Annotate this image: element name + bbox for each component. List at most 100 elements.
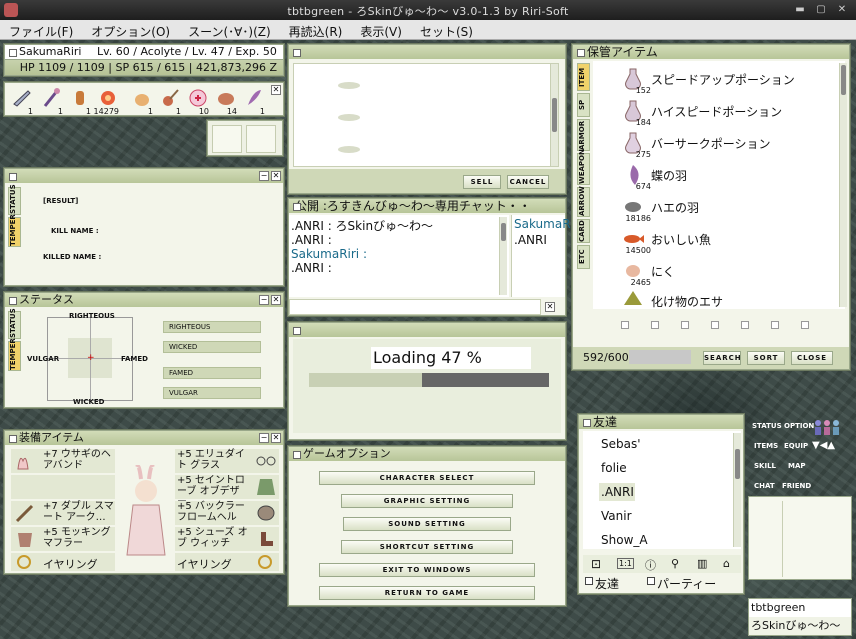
mini-chat[interactable]: CHAT (754, 482, 775, 490)
hotbar-slot-feather-icon[interactable]: 1 (243, 87, 265, 116)
trash-icon[interactable]: ▥ (697, 557, 707, 570)
tab-temper[interactable]: TEMPER (8, 214, 21, 247)
close-icon[interactable]: ✕ (271, 295, 281, 305)
tab-etc[interactable]: ETC (577, 245, 590, 269)
friend-item[interactable]: Vanir (601, 509, 632, 523)
tab-friends[interactable]: 友達 (595, 575, 619, 592)
minimize-icon[interactable]: − (259, 295, 269, 305)
mini-status[interactable]: STATUS (752, 422, 782, 430)
search-icon[interactable]: ⚲ (671, 557, 679, 570)
friend-item[interactable]: Show_A (601, 533, 648, 547)
equip-slot-shield[interactable]: +5 バックラー フロームヘル (175, 501, 279, 525)
arrow-icons[interactable]: ▼◀▲ (812, 440, 835, 451)
tab-item[interactable]: ITEM (577, 63, 590, 91)
game-option-window[interactable]: ゲームオプション CHARACTER SELECT GRAPHIC SETTIN… (288, 446, 566, 606)
sell-button[interactable]: SELL (463, 175, 501, 189)
equip-slot-weapon[interactable]: +7 ダブル スマート アーク… (11, 501, 115, 525)
close-icon[interactable]: ✕ (271, 433, 281, 443)
minimize-icon[interactable]: ▬ (794, 4, 806, 16)
storage-item-name[interactable]: スピードアップポーション (651, 71, 795, 88)
equip-slot-accessory-left[interactable]: イヤリング (11, 553, 115, 571)
mini-items[interactable]: ITEMS (754, 442, 778, 450)
menu-option[interactable]: オプション(O) (82, 20, 179, 40)
whisper-icon[interactable]: 1:1 (617, 558, 634, 569)
equip-slot-shoes[interactable]: +5 シューズ オブ ウィッチ (175, 527, 279, 551)
friend-item-selected[interactable]: .ANRI (601, 485, 634, 499)
minimize-icon[interactable]: − (259, 433, 269, 443)
menu-reload[interactable]: 再読込(R) (280, 20, 352, 40)
tab-party[interactable]: パーティー (657, 575, 716, 592)
close-icon[interactable]: ✕ (271, 171, 281, 181)
hotbar-slot-heal-icon[interactable]: 10 (187, 87, 209, 116)
shortcut-setting-button[interactable]: SHORTCUT SETTING (341, 540, 513, 554)
exit-to-windows-button[interactable]: EXIT TO WINDOWS (319, 563, 535, 577)
scrollbar[interactable] (839, 63, 847, 307)
hotbar-slot-potion-icon[interactable]: 1 (69, 87, 91, 116)
mini-equip[interactable]: EQUIP (784, 442, 808, 450)
cancel-button[interactable]: CANCEL (507, 175, 549, 189)
chat-member[interactable]: .ANRI (514, 233, 547, 247)
scrollbar[interactable] (550, 64, 558, 166)
temper-window[interactable]: ステータス − ✕ STATUS TEMPER + RIGHTEOUS WICK… (4, 292, 284, 408)
tab-card[interactable]: CARD (577, 219, 590, 243)
equip-slot-head-top[interactable]: +7 ウサギのヘアバンド (11, 449, 115, 473)
hotbar-slot-guitar-icon[interactable]: 1 (159, 87, 181, 116)
equipment-window[interactable]: 装備アイテム − ✕ +7 ウサギのヘアバンド +7 ダブル スマート アーク…… (4, 430, 284, 574)
hotbar-window[interactable]: ✕ 1 1 1 14279 1 1 10 14 1 (4, 82, 284, 116)
storage-window[interactable]: 保管アイテム ITEM SP ARMOR WEAPON ARROW CARD E… (572, 44, 850, 370)
tab-temper[interactable]: TEMPER (8, 338, 21, 371)
record-window[interactable]: − ✕ STATUS TEMPER [RESULT] KILL NAME : K… (4, 168, 284, 286)
storage-item-name[interactable]: ハイスピードポーション (651, 103, 782, 120)
scrollbar[interactable] (733, 433, 741, 547)
equip-slot-accessory-right[interactable]: イヤリング (175, 553, 279, 571)
chat-input[interactable] (289, 299, 541, 315)
search-button[interactable]: SEARCH (703, 351, 741, 365)
friend-item[interactable]: Sebas' (601, 437, 641, 451)
lock-icon[interactable]: ⌂ (723, 557, 730, 570)
shop-window[interactable]: SELL CANCEL (288, 44, 566, 194)
storage-item-name[interactable]: おいしい魚 (651, 231, 711, 248)
maximize-icon[interactable]: ▢ (815, 4, 827, 16)
hotbar-slot-rod-icon[interactable]: 1 (41, 87, 63, 116)
equip-slot-armor[interactable]: +5 セイントローブ オブデザー… (175, 475, 279, 508)
info-icon[interactable]: ⓘ (645, 557, 656, 573)
tab-weapon[interactable]: WEAPON (577, 149, 590, 185)
minimize-icon[interactable]: − (259, 171, 269, 181)
graphic-setting-button[interactable]: GRAPHIC SETTING (341, 494, 513, 508)
storage-item-name[interactable]: 蝶の羽 (651, 167, 687, 184)
menu-view[interactable]: 表示(V) (351, 20, 411, 40)
basic-info-window[interactable]: SakumaRiri Lv. 60 / Acolyte / Lv. 47 / E… (4, 44, 284, 76)
tab-sp[interactable]: SP (577, 93, 590, 117)
hotbar-slot-dagger-icon[interactable]: 1 (11, 87, 33, 116)
add-friend-icon[interactable]: ⊡ (591, 557, 601, 571)
close-icon[interactable]: ✕ (545, 302, 555, 312)
close-icon[interactable]: ✕ (271, 85, 281, 95)
equip-slot-empty[interactable] (11, 475, 115, 499)
mini-map[interactable]: MAP (788, 462, 806, 470)
equip-slot-head-mid[interactable]: +5 エリュダイト グラス (175, 449, 279, 473)
friends-window[interactable]: 友達 Sebas' folie .ANRI Vanir Show_A ⊡ 1:1… (578, 414, 744, 594)
mini-friend[interactable]: FRIEND (782, 482, 811, 490)
storage-item-name[interactable]: 化け物のエサ (651, 293, 723, 310)
character-select-button[interactable]: CHARACTER SELECT (319, 471, 535, 485)
menu-file[interactable]: ファイル(F) (0, 20, 82, 40)
storage-item-list[interactable]: 152 スピードアップポーション 184 ハイスピードポーション 275 バーサ… (593, 61, 847, 310)
mini-skill[interactable]: SKILL (754, 462, 776, 470)
tab-status[interactable]: STATUS (8, 184, 21, 215)
hotbar-slot-shell-icon[interactable]: 14 (215, 87, 237, 116)
close-button[interactable]: CLOSE (791, 351, 833, 365)
friend-list[interactable]: Sebas' folie .ANRI Vanir Show_A (583, 431, 741, 549)
friends-tab-checkbox[interactable] (585, 577, 593, 585)
sound-setting-button[interactable]: SOUND SETTING (343, 517, 511, 531)
scrollbar[interactable] (499, 217, 507, 295)
friend-item[interactable]: folie (601, 461, 627, 475)
storage-item-name[interactable]: にく (651, 263, 675, 280)
shop-item-list[interactable] (293, 63, 559, 167)
menu-set[interactable]: セット(S) (411, 20, 482, 40)
hotbar-slot-fire-icon[interactable]: 14279 (94, 87, 119, 116)
hotbar-slot-bag-icon[interactable]: 1 (131, 87, 153, 116)
mini-option[interactable]: OPTION (784, 422, 814, 430)
chat-box-panel[interactable] (748, 496, 852, 580)
sort-button[interactable]: SORT (747, 351, 785, 365)
tab-arrow[interactable]: ARROW (577, 186, 590, 217)
